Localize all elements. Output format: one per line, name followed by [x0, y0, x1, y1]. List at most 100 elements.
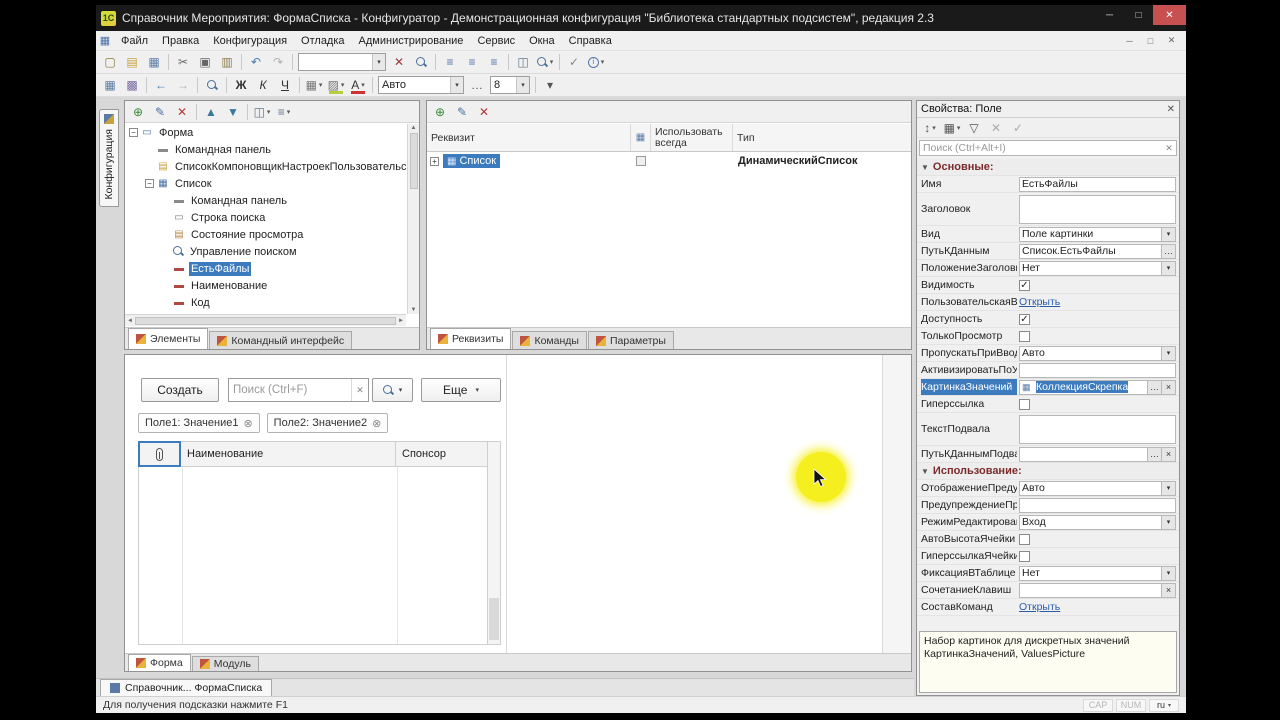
menu-item-Конфигурация[interactable]: Конфигурация [206, 33, 294, 49]
italic-icon[interactable]: К [252, 75, 274, 95]
properties-search-input[interactable]: Поиск (Ctrl+Alt+I) ✕ [919, 140, 1177, 156]
prop-field[interactable] [1019, 194, 1176, 224]
ellipsis-button[interactable]: … [1148, 446, 1162, 462]
tree-item-Наименование[interactable]: ▬ Наименование [126, 277, 406, 294]
column-use-always[interactable]: Использовать всегда [651, 124, 733, 151]
tree-item-Управление поиском[interactable]: Управление поиском [126, 243, 406, 260]
column-type[interactable]: Тип [733, 124, 911, 151]
close-button[interactable]: ✕ [1153, 5, 1186, 25]
scroll-right-icon[interactable]: ► [398, 318, 404, 324]
align-center-icon[interactable]: ≡ [461, 52, 483, 72]
search-input[interactable]: Поиск (Ctrl+F) ✕ [228, 378, 369, 402]
prop-link-Открыть[interactable]: Открыть [1019, 296, 1060, 308]
find-button[interactable] [410, 52, 432, 72]
expand-icon[interactable]: + [430, 156, 439, 166]
prop-field[interactable]: ▦ КоллекцияСкрепка [1019, 379, 1148, 395]
dropdown-arrow-icon[interactable]: ▾ [372, 54, 385, 70]
prop-field[interactable] [1019, 362, 1176, 378]
clear-search-icon[interactable]: ✕ [1162, 143, 1176, 154]
view-mode-icon[interactable]: ≡ ▾ [273, 102, 295, 122]
menu-item-Справка[interactable]: Справка [562, 33, 619, 49]
more-tools-icon[interactable]: ▾ [539, 75, 561, 95]
menu-item-Администрирование[interactable]: Администрирование [352, 33, 471, 49]
clear-search-icon[interactable]: ✕ [388, 52, 410, 72]
close-properties-icon[interactable]: ✕ [1167, 104, 1175, 115]
bold-icon[interactable]: Ж [230, 75, 252, 95]
prop-field[interactable]: Поле картинки [1019, 226, 1162, 242]
column-use-icon[interactable]: ▦ [631, 124, 651, 151]
tree-item-Командная панель[interactable]: ▬ Командная панель [126, 141, 406, 158]
clear-search-icon[interactable]: ✕ [351, 379, 368, 401]
checkbox-checked-icon[interactable]: ✓ [1019, 279, 1030, 291]
language-indicator[interactable]: ru ▾ [1149, 698, 1179, 712]
filter-icon[interactable]: ▽ [963, 118, 985, 138]
align-left-icon[interactable]: ≡ [439, 52, 461, 72]
tree-item-Код[interactable]: ▬ Код [126, 294, 406, 311]
clear-filter-icon[interactable]: ✕ [985, 118, 1007, 138]
prop-field[interactable]: ЕстьФайлы [1019, 176, 1176, 192]
ellipsis-button[interactable]: … [1162, 243, 1176, 259]
add-element-icon[interactable]: ⊕ [127, 102, 149, 122]
create-button[interactable]: Создать [141, 378, 219, 402]
dropdown-arrow-icon[interactable]: ▾ [1162, 226, 1176, 242]
configuration-vertical-tab[interactable]: Конфигурация [99, 109, 119, 207]
paste-icon[interactable]: ▥ [216, 52, 238, 72]
save-icon[interactable]: ▦ [143, 52, 165, 72]
undo-icon[interactable]: ↶ [245, 52, 267, 72]
form-tab-Форма[interactable]: Форма [128, 654, 191, 671]
prop-field[interactable]: Нет [1019, 565, 1162, 581]
form-tab-Модуль[interactable]: Модуль [191, 656, 259, 671]
apply-filter-icon[interactable]: ✓ [1007, 118, 1029, 138]
attributes-tab-Реквизиты[interactable]: Реквизиты [430, 328, 512, 349]
cut-icon[interactable]: ✂ [172, 52, 194, 72]
menu-item-Окна[interactable]: Окна [522, 33, 562, 49]
prop-field[interactable] [1019, 582, 1162, 598]
checkbox-unchecked-icon[interactable] [1019, 533, 1030, 545]
column-attribute[interactable]: Реквизит [427, 124, 631, 151]
preview-table-body[interactable] [138, 467, 488, 645]
ellipsis-button[interactable]: … [1148, 379, 1162, 395]
window-tab-form-list[interactable]: Справочник... ФормаСписка [100, 679, 273, 696]
tree-vertical-scrollbar[interactable]: ▲ ▼ [407, 124, 419, 314]
menu-item-Отладка[interactable]: Отладка [294, 33, 351, 49]
name-column-header[interactable]: Наименование [181, 441, 396, 467]
back-icon[interactable]: ← [150, 75, 172, 95]
text-color-icon[interactable]: A ▾ [347, 75, 369, 95]
tree-horizontal-scrollbar[interactable]: ◄ ► [125, 314, 406, 326]
section-collapse-icon[interactable]: ▼ [921, 467, 929, 476]
checkbox-checked-icon[interactable]: ✓ [1019, 313, 1030, 325]
attributes-tab-Команды[interactable]: Команды [512, 331, 587, 349]
delete-element-icon[interactable]: ✕ [171, 102, 193, 122]
elements-tab-Командный интерфейс[interactable]: Командный интерфейс [209, 331, 353, 349]
syntax-check-icon[interactable]: ✓ [563, 52, 585, 72]
prop-field[interactable] [1019, 414, 1176, 444]
copy-icon[interactable]: ▣ [194, 52, 216, 72]
dropdown-arrow-icon[interactable]: ▾ [450, 77, 463, 93]
font-size-combo[interactable]: 8 ▾ [490, 76, 530, 94]
attribute-row[interactable]: + ▦ Список ДинамическийСписок [427, 152, 911, 170]
underline-icon[interactable]: Ч [274, 75, 296, 95]
prop-field[interactable]: Авто [1019, 345, 1162, 361]
dropdown-arrow-icon[interactable]: ▾ [1162, 514, 1176, 530]
global-search-button[interactable] [201, 75, 223, 95]
prop-link-Открыть[interactable]: Открыть [1019, 601, 1060, 613]
prop-field[interactable]: Авто [1019, 480, 1162, 496]
menu-item-Сервис[interactable]: Сервис [470, 33, 522, 49]
tree-item-Строка поиска[interactable]: ▭ Строка поиска [126, 209, 406, 226]
tree-item-ЕстьФайлы[interactable]: ▬ ЕстьФайлы [126, 260, 406, 277]
scroll-thumb[interactable] [134, 316, 397, 325]
zoom-button[interactable]: ▾ [534, 52, 556, 72]
edit-element-icon[interactable]: ✎ [149, 102, 171, 122]
scroll-left-icon[interactable]: ◄ [127, 318, 133, 324]
form-layout-icon[interactable]: ◫ ▾ [251, 102, 273, 122]
scroll-down-icon[interactable]: ▼ [411, 307, 417, 313]
scroll-up-icon[interactable]: ▲ [411, 125, 417, 131]
remove-chip-icon[interactable]: ⊗ [243, 417, 252, 430]
search-options-button[interactable]: ▾ [372, 378, 413, 402]
tree-item-Состояние просмотра[interactable]: ▤ Состояние просмотра [126, 226, 406, 243]
prop-field[interactable] [1019, 497, 1176, 513]
menu-item-Правка[interactable]: Правка [155, 33, 206, 49]
database-configuration-icon[interactable]: ▩ [121, 75, 143, 95]
attributes-tab-Параметры[interactable]: Параметры [587, 331, 674, 349]
collapse-icon[interactable]: − [145, 179, 154, 188]
